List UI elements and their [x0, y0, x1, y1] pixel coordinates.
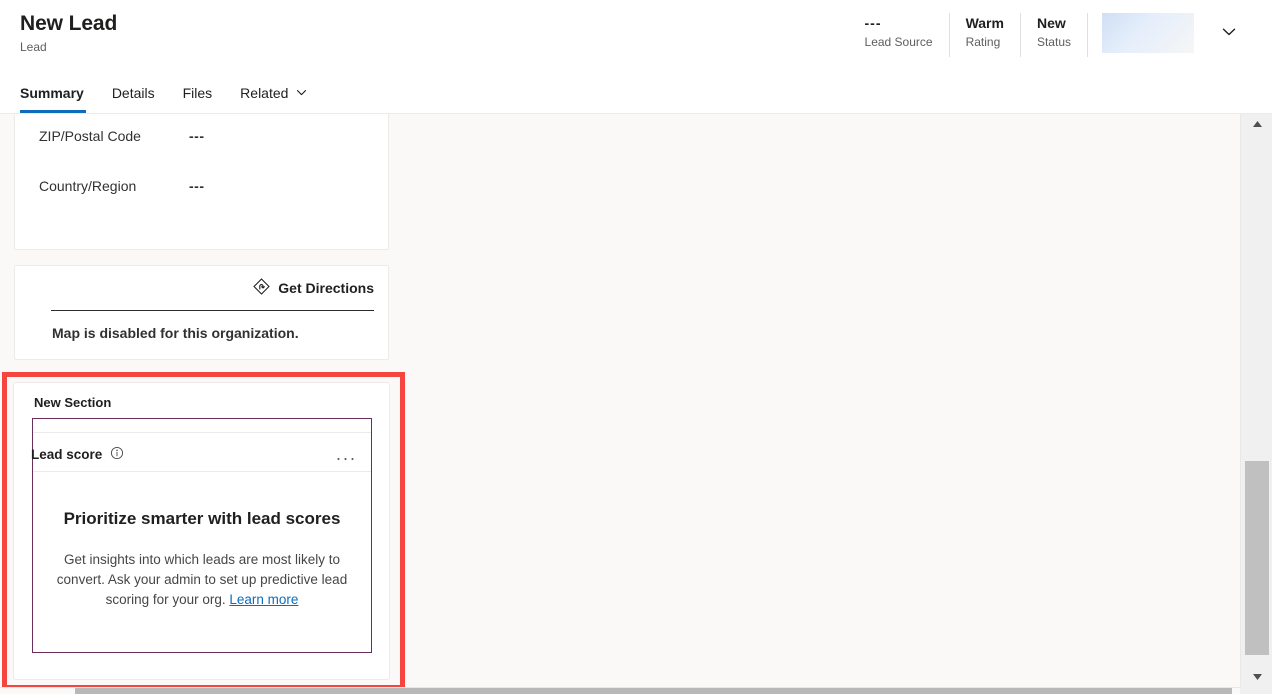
- loading-placeholder-block: [1102, 13, 1194, 53]
- field-label: ZIP/Postal Code: [39, 128, 141, 144]
- address-fields-card: State/Province --- ZIP/Postal Code --- C…: [14, 114, 389, 250]
- stat-label: Rating: [965, 35, 1001, 49]
- scroll-up-arrow-icon[interactable]: [1241, 114, 1272, 134]
- tab-related[interactable]: Related: [226, 72, 322, 113]
- info-circle-icon[interactable]: [110, 446, 124, 463]
- tab-details[interactable]: Details: [98, 72, 169, 113]
- record-header: New Lead Lead --- Lead Source Warm Ratin…: [0, 0, 1272, 114]
- stat-value: ---: [864, 15, 882, 31]
- lead-score-header-row: Lead score ...: [31, 437, 371, 471]
- record-entity-label: Lead: [20, 40, 47, 54]
- empty-state-text: Get insights into which leads are most l…: [56, 552, 348, 607]
- chevron-down-icon: [295, 86, 308, 99]
- field-row-country-region[interactable]: Country/Region ---: [15, 161, 388, 211]
- road-sign-turn-icon: [253, 278, 271, 298]
- tab-summary[interactable]: Summary: [18, 72, 98, 113]
- lead-score-title-group: Lead score: [31, 446, 124, 463]
- empty-state-description: Get insights into which leads are most l…: [55, 550, 349, 610]
- chevron-down-icon[interactable]: [1216, 19, 1242, 45]
- scrollbar-corner: [1240, 687, 1272, 694]
- tab-files[interactable]: Files: [169, 72, 227, 113]
- header-stat-lead-source[interactable]: --- Lead Source: [849, 13, 949, 57]
- header-stat-group: --- Lead Source Warm Rating New Status: [849, 13, 1242, 65]
- new-section-card: New Section Lead score ... Prioritize sm…: [13, 382, 390, 680]
- learn-more-link[interactable]: Learn more: [229, 592, 298, 607]
- get-directions-label: Get Directions: [278, 280, 374, 296]
- get-directions-button[interactable]: Get Directions: [253, 278, 374, 298]
- tab-label: Related: [240, 84, 289, 101]
- field-value: ---: [189, 128, 205, 144]
- page-title: New Lead: [20, 12, 118, 35]
- map-card: Get Directions Map is disabled for this …: [14, 265, 389, 360]
- scroll-down-arrow-icon[interactable]: [1241, 667, 1272, 687]
- stat-label: Lead Source: [864, 35, 933, 49]
- vertical-scrollbar[interactable]: [1240, 114, 1272, 687]
- stat-label: Status: [1036, 35, 1071, 49]
- stat-value: Warm: [965, 15, 1004, 31]
- tab-label: Files: [182, 84, 213, 101]
- lead-form-page: New Lead Lead --- Lead Source Warm Ratin…: [0, 0, 1272, 694]
- stat-value: New: [1036, 15, 1066, 31]
- field-row-zip-postal-code[interactable]: ZIP/Postal Code ---: [15, 114, 388, 161]
- header-stat-status[interactable]: New Status: [1019, 13, 1087, 57]
- section-header-label: New Section: [34, 395, 112, 410]
- field-value: ---: [189, 178, 205, 194]
- empty-state-heading: Prioritize smarter with lead scores: [63, 509, 341, 528]
- lead-score-widget: Lead score ... Prioritize smarter with l…: [31, 418, 372, 653]
- horizontal-scrollbar[interactable]: [0, 687, 1272, 694]
- form-body-scroll-region[interactable]: State/Province --- ZIP/Postal Code --- C…: [0, 114, 1240, 687]
- lead-score-empty-state: Prioritize smarter with lead scores Get …: [33, 472, 371, 652]
- record-title-block: New Lead Lead: [20, 11, 117, 55]
- field-label: Country/Region: [39, 178, 137, 194]
- vertical-scroll-thumb[interactable]: [1245, 461, 1269, 655]
- divider: [33, 432, 371, 433]
- get-directions-row: Get Directions: [15, 266, 388, 310]
- form-tab-list: Summary Details Files Related: [18, 72, 322, 113]
- header-stat-rating[interactable]: Warm Rating: [948, 13, 1020, 57]
- tab-label: Details: [111, 84, 155, 101]
- lead-score-title-label: Lead score: [31, 446, 103, 462]
- tab-label: Summary: [20, 84, 84, 101]
- map-disabled-message: Map is disabled for this organization.: [52, 325, 299, 341]
- header-stat-loading-wrap: [1087, 13, 1194, 57]
- more-options-icon[interactable]: ...: [334, 443, 359, 465]
- horizontal-scroll-thumb[interactable]: [75, 688, 1232, 694]
